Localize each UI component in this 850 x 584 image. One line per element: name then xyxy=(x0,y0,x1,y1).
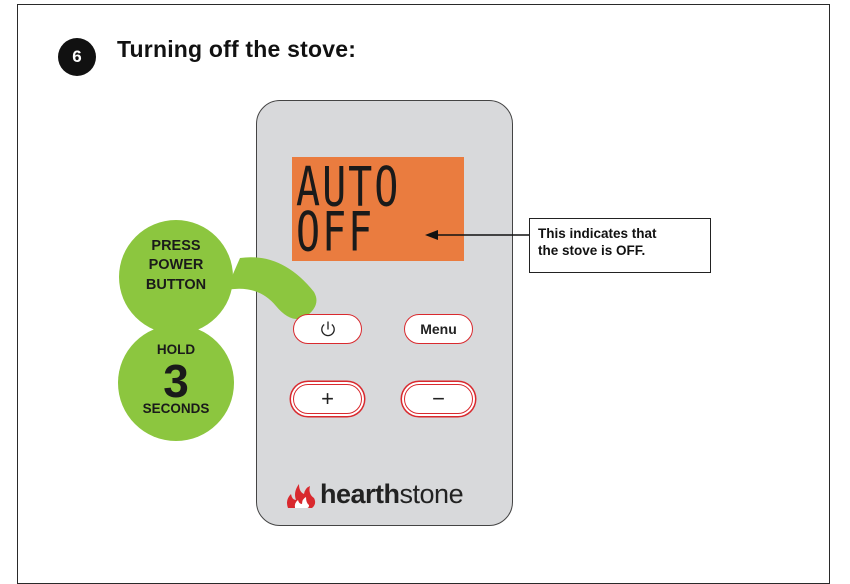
power-icon xyxy=(320,321,335,337)
minus-button[interactable]: − xyxy=(404,384,473,414)
brand-name-light: stone xyxy=(399,478,464,509)
press-power-label: PRESS POWER BUTTON xyxy=(126,237,226,295)
brand-name-bold: hearth xyxy=(320,478,400,509)
hold-seconds-label: HOLD 3 SECONDS xyxy=(126,343,226,415)
seconds-line: SECONDS xyxy=(142,400,210,416)
menu-button-label: Menu xyxy=(420,321,457,337)
plus-icon: + xyxy=(321,386,334,411)
press-line-2: POWER xyxy=(148,257,204,274)
flame-icon xyxy=(287,484,316,508)
hearthstone-logo: hearth stone xyxy=(284,478,464,510)
menu-button[interactable]: Menu xyxy=(404,314,473,344)
power-button[interactable] xyxy=(293,314,362,344)
hold-number: 3 xyxy=(163,354,189,407)
press-line-1: PRESS xyxy=(151,238,201,254)
press-line-3: BUTTON xyxy=(145,276,207,293)
plus-button[interactable]: + xyxy=(293,384,362,414)
minus-icon: − xyxy=(432,386,445,411)
